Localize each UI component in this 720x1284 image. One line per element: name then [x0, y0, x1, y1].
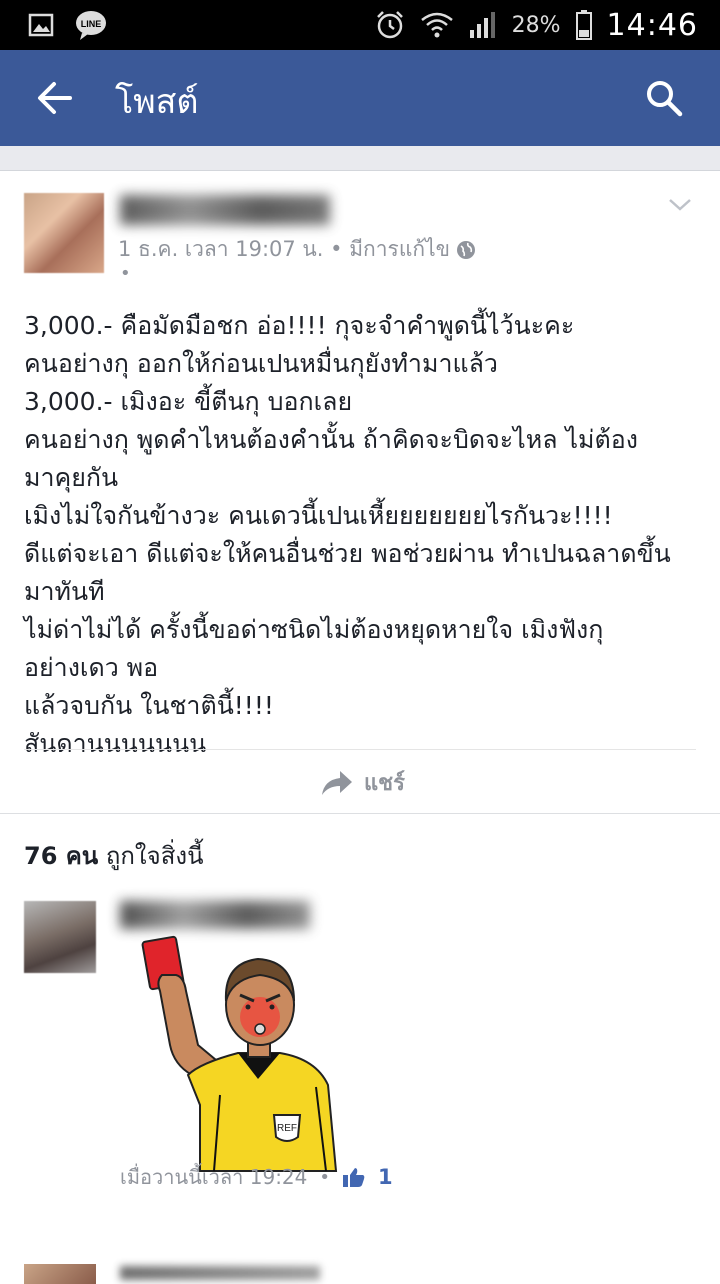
post-line: 3,000.- คือมัดมือชก อ่อ!!!! กุจะจำคำพูดน… [24, 311, 575, 340]
alarm-icon [376, 11, 403, 39]
feed-divider [0, 146, 720, 171]
app-bar: โพสต์ [0, 50, 720, 146]
comment-timestamp[interactable]: เมื่อวานนี้เวลา 19:24 [120, 1161, 307, 1193]
search-icon[interactable] [644, 78, 684, 118]
wifi-icon [420, 12, 453, 38]
post-line: เมิงไม่ใจกันข้างวะ คนเดวนี้เปนเหี้ยยยยยย… [24, 501, 613, 530]
divider [0, 813, 720, 814]
author-name-blurred[interactable] [120, 195, 330, 225]
divider [24, 749, 696, 750]
svg-text:REF: REF [277, 1123, 297, 1134]
meta-dot: • [120, 263, 131, 284]
author-avatar[interactable] [24, 193, 104, 273]
likes-summary[interactable]: 76 คน ถูกใจสิ่งนี้ [24, 836, 203, 875]
page-title: โพสต์ [115, 82, 199, 122]
likes-text: ถูกใจสิ่งนี้ [105, 842, 204, 870]
share-label: แชร์ [364, 771, 405, 796]
signal-icon [469, 12, 495, 38]
commenter-name-blurred[interactable] [120, 901, 310, 929]
clock: 14:46 [606, 7, 698, 43]
post-timestamp[interactable]: 1 ธ.ค. เวลา 19:07 น. • มีการแก้ไข [118, 233, 450, 266]
svg-text:LINE: LINE [81, 19, 102, 29]
gallery-icon [28, 13, 54, 37]
post-text: 3,000.- คือมัดมือชก อ่อ!!!! กุจะจำคำพูดน… [24, 307, 704, 763]
commenter-avatar[interactable] [24, 901, 96, 973]
referee-red-card-sticker: REF [141, 935, 338, 1172]
comment-meta-dot: • [319, 1166, 331, 1188]
battery-percent: 28% [511, 12, 561, 38]
globe-icon [457, 240, 475, 259]
line-app-icon: LINE [76, 11, 106, 40]
commenter-name-blurred[interactable] [120, 1266, 320, 1280]
share-arrow-icon [322, 770, 352, 795]
thumbs-up-icon[interactable] [342, 1166, 366, 1188]
comment-like-count: 1 [378, 1165, 393, 1189]
next-comment-partial [0, 1258, 720, 1284]
commenter-avatar[interactable] [24, 1264, 96, 1284]
likes-count: 76 คน [24, 842, 99, 870]
share-button[interactable]: แชร์ [320, 765, 405, 800]
chevron-down-icon[interactable] [668, 197, 692, 213]
post-line: มาทันที [24, 577, 105, 606]
post-line: 3,000.- เมิงอะ ขี้ตีนกุ บอกเลย [24, 387, 353, 416]
post-line: คนอย่างกุ พูดคำไหนต้องคำนั้น ถ้าคิดจะบิด… [24, 425, 638, 454]
post-line: แล้วจบกัน ในชาตินี้!!!! [24, 691, 274, 720]
battery-icon [575, 10, 592, 40]
post-line: สันดานนนนนนน [24, 729, 207, 758]
post-meta: 1 ธ.ค. เวลา 19:07 น. • มีการแก้ไข [118, 233, 476, 266]
comment-meta: เมื่อวานนี้เวลา 19:24 • 1 [120, 1161, 393, 1193]
back-arrow-icon[interactable] [34, 78, 74, 118]
status-bar: LINE 28% 14:46 [0, 0, 720, 50]
post-line: คนอย่างกุ ออกให้ก่อนเปนหมื่นกุยังทำมาแล้… [24, 349, 498, 378]
post-line: อย่างเดว พอ [24, 653, 159, 682]
post-line: ไม่ด่าไม่ได้ ครั้งนี้ขอด่าซนิดไม่ต้องหยุ… [24, 615, 604, 644]
post-line: มาคุยกัน [24, 463, 119, 492]
post-line: ดีแต่จะเอา ดีแต่จะให้คนอื่นช่วย พอช่วยผ่… [24, 539, 671, 568]
